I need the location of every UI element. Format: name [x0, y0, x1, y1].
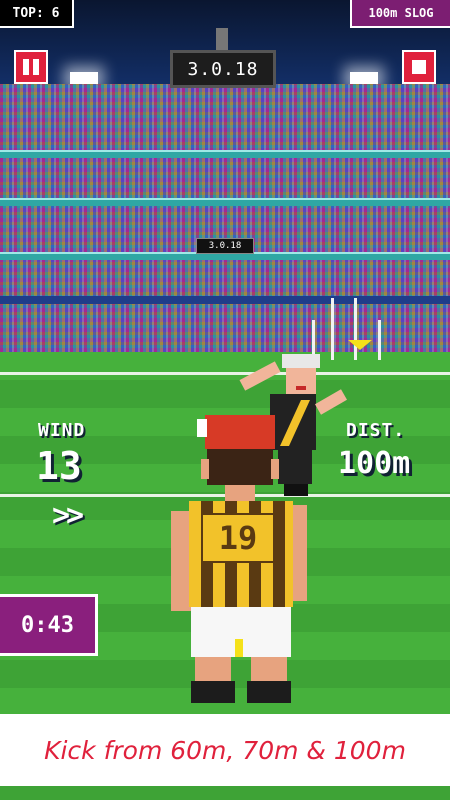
wind-label: WIND	[38, 420, 86, 441]
jersey-number: 19	[201, 513, 275, 563]
stand-rail-middle	[0, 198, 450, 206]
kicking-player: 19	[165, 415, 307, 715]
promo-banner: Kick from 60m, 70m & 100m	[0, 714, 450, 786]
distance-value: 100m	[338, 446, 411, 481]
scoreboard-trophy	[216, 28, 228, 52]
stand-rail-upper	[0, 150, 450, 158]
behind-post-right	[378, 320, 381, 360]
goal-post-right	[354, 298, 357, 360]
floodlight-left	[70, 72, 98, 84]
floodlight-right	[350, 72, 378, 84]
stop-icon	[412, 60, 426, 74]
goal-post-left	[331, 298, 334, 360]
top-score: TOP: 6	[0, 0, 74, 28]
stop-button[interactable]	[402, 50, 436, 84]
wind-direction-arrows: >>	[52, 498, 84, 533]
mini-scoreboard: 3.0.18	[196, 238, 254, 254]
fence-ads	[0, 296, 450, 304]
distance-label: DIST.	[346, 420, 406, 441]
wind-value: 13	[36, 444, 82, 488]
pause-icon	[23, 59, 29, 75]
stadium-crowd	[0, 84, 450, 352]
game-mode-label: 100m SLOG	[350, 0, 450, 28]
boundary-line	[0, 372, 450, 375]
scoreboard: 3.0.18	[170, 50, 276, 88]
countdown-timer: 0:43	[0, 594, 98, 656]
pause-button[interactable]	[14, 50, 48, 84]
